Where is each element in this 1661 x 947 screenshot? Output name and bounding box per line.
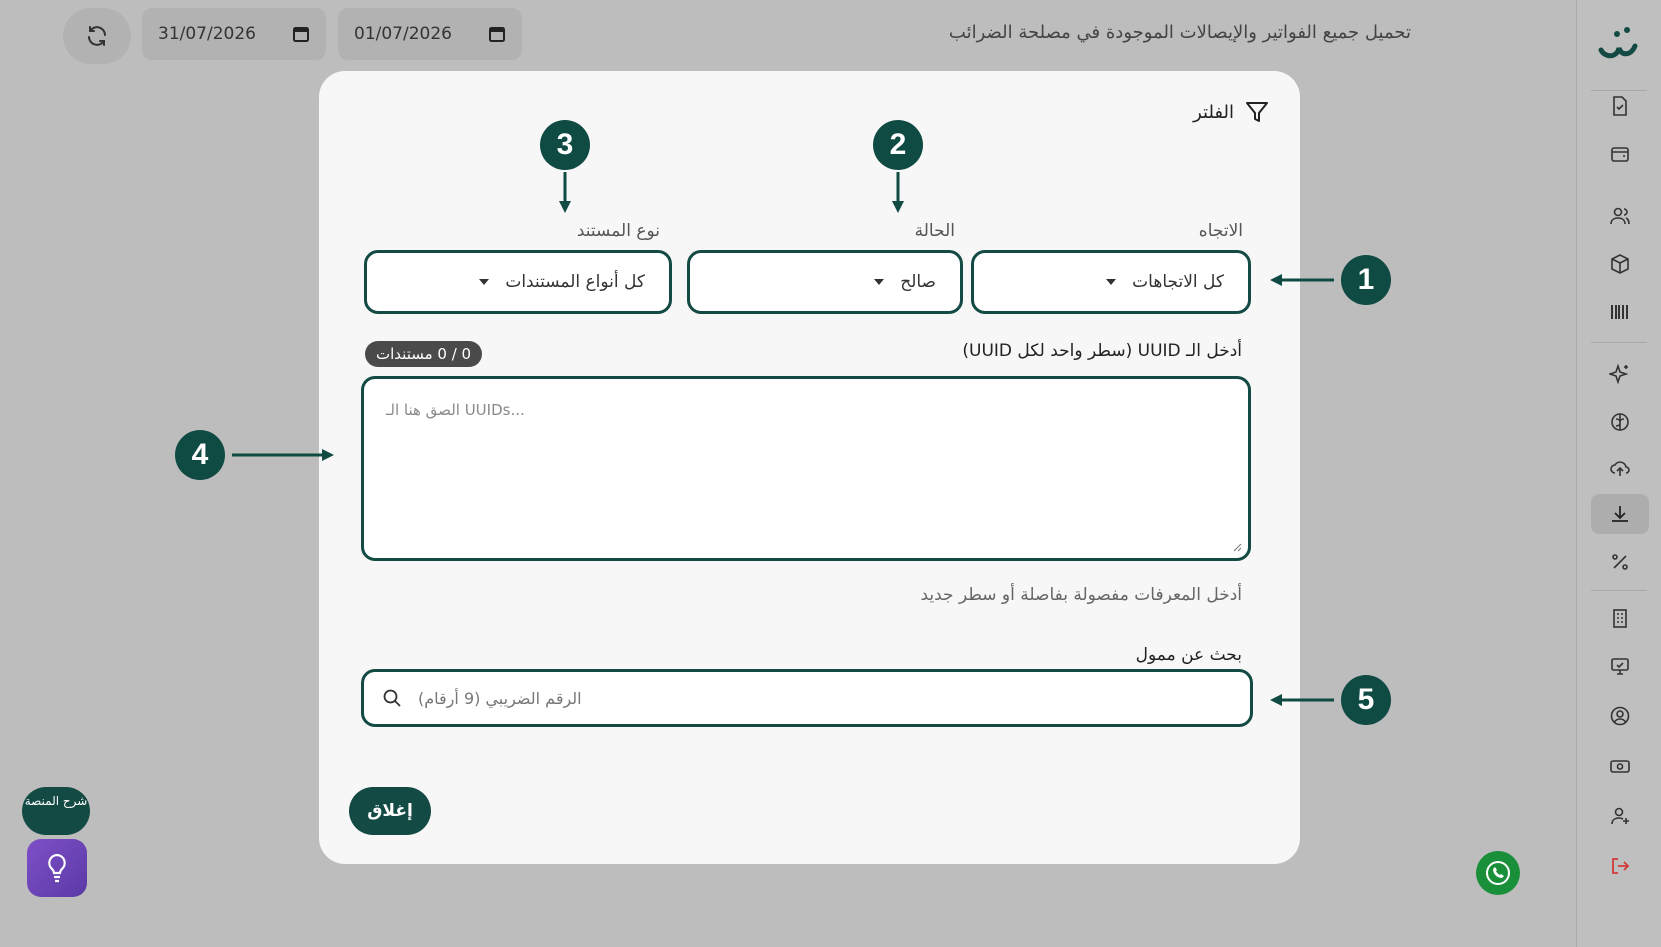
- caret-down-icon: [1106, 279, 1117, 285]
- search-label: بحث عن ممول: [1135, 645, 1242, 665]
- search-icon: [383, 689, 401, 707]
- arrow-down-icon: [892, 172, 904, 213]
- sidebar-divider: [1591, 342, 1647, 343]
- user-circle-icon[interactable]: [1599, 696, 1641, 736]
- arrow-right-icon: [232, 449, 334, 461]
- platform-guide-label: شرح المنصة: [24, 794, 88, 808]
- doc-count-badge: 0 / 0 مستندات: [365, 341, 483, 367]
- sidebar-divider: [1591, 590, 1647, 591]
- arrow-left-icon: [1270, 694, 1334, 706]
- caret-down-icon: [874, 279, 885, 285]
- refresh-button[interactable]: [63, 8, 131, 64]
- building-icon[interactable]: [1599, 598, 1641, 638]
- sidebar: [1576, 0, 1661, 947]
- close-button-label: إغلاق: [367, 801, 413, 821]
- callout-badge: 4: [175, 430, 225, 480]
- callout-number: 1: [1357, 263, 1375, 296]
- doctype-value: كل أنواع المستندات: [505, 272, 645, 292]
- whatsapp-icon: [1486, 861, 1510, 885]
- download-icon[interactable]: [1591, 494, 1649, 534]
- cash-icon[interactable]: [1599, 746, 1641, 786]
- app-logo: [1598, 27, 1638, 59]
- arrow-down-icon: [559, 172, 571, 213]
- top-bar: 31/07/2026 01/07/2026 تحميل جميع الفواتي…: [0, 0, 1576, 72]
- callout-number: 2: [889, 128, 907, 161]
- date-from-input[interactable]: 01/07/2026: [338, 8, 522, 60]
- callout-number: 4: [191, 438, 209, 471]
- date-from-value: 01/07/2026: [354, 24, 452, 44]
- date-to-value: 31/07/2026: [158, 24, 256, 44]
- direction-value: كل الاتجاهات: [1132, 272, 1224, 292]
- doctype-select[interactable]: كل أنواع المستندات: [364, 250, 672, 314]
- calendar-icon: [293, 27, 309, 42]
- status-select[interactable]: صالح: [687, 250, 963, 314]
- uuid-textarea[interactable]: الصق هنا الـ UUIDs...: [361, 376, 1251, 561]
- callout-badge: 5: [1341, 675, 1391, 725]
- uuid-label: أدخل الـ UUID (سطر واحد لكل UUID): [962, 341, 1242, 361]
- doctype-label: نوع المستند: [576, 221, 660, 241]
- uuid-placeholder: الصق هنا الـ UUIDs...: [386, 401, 525, 419]
- logout-icon[interactable]: [1599, 846, 1641, 886]
- page-title: تحميل جميع الفواتير والإيصالات الموجودة …: [948, 22, 1411, 43]
- caret-down-icon: [479, 279, 490, 285]
- uuid-hint: أدخل المعرفات مفصولة بفاصلة أو سطر جديد: [920, 585, 1242, 605]
- wallet-icon[interactable]: [1599, 134, 1641, 174]
- platform-guide-button[interactable]: شرح المنصة: [22, 787, 90, 835]
- calendar-icon: [489, 27, 505, 42]
- callout-number: 5: [1357, 683, 1375, 716]
- resize-grip-icon[interactable]: [1232, 542, 1242, 552]
- filter-header: الفلتر: [1193, 99, 1270, 125]
- callout-number: 3: [556, 128, 574, 161]
- percent-icon[interactable]: [1599, 542, 1641, 582]
- refresh-icon: [88, 26, 106, 46]
- arrow-left-icon: [1270, 274, 1334, 286]
- barcode-icon[interactable]: [1599, 292, 1641, 332]
- monitor-icon[interactable]: [1599, 646, 1641, 686]
- cloud-upload-icon[interactable]: [1599, 448, 1641, 488]
- user-plus-icon[interactable]: [1599, 796, 1641, 836]
- taxpayer-search-input[interactable]: الرقم الضريبي (9 أرقام): [361, 669, 1253, 727]
- direction-select[interactable]: كل الاتجاهات: [971, 250, 1251, 314]
- direction-label: الاتجاه: [1198, 221, 1243, 241]
- filter-modal: الفلتر الاتجاه الحالة نوع المستند كل الا…: [319, 71, 1300, 864]
- close-button[interactable]: إغلاق: [349, 787, 431, 835]
- callout-badge: 1: [1341, 255, 1391, 305]
- sparkles-icon[interactable]: [1599, 354, 1641, 394]
- invoice-check-icon[interactable]: [1599, 86, 1641, 126]
- search-placeholder: الرقم الضريبي (9 أرقام): [418, 688, 582, 708]
- whatsapp-button[interactable]: [1476, 851, 1520, 895]
- filter-icon: [1246, 102, 1268, 122]
- callout-badge: 2: [873, 120, 923, 170]
- tips-button[interactable]: [27, 839, 87, 897]
- filter-title: الفلتر: [1193, 101, 1234, 123]
- status-label: الحالة: [914, 221, 955, 241]
- lightbulb-icon: [48, 853, 66, 883]
- users-icon[interactable]: [1599, 196, 1641, 236]
- callout-badge: 3: [540, 120, 590, 170]
- status-value: صالح: [900, 272, 936, 292]
- brain-icon[interactable]: [1599, 402, 1641, 442]
- package-icon[interactable]: [1599, 244, 1641, 284]
- date-to-input[interactable]: 31/07/2026: [142, 8, 326, 60]
